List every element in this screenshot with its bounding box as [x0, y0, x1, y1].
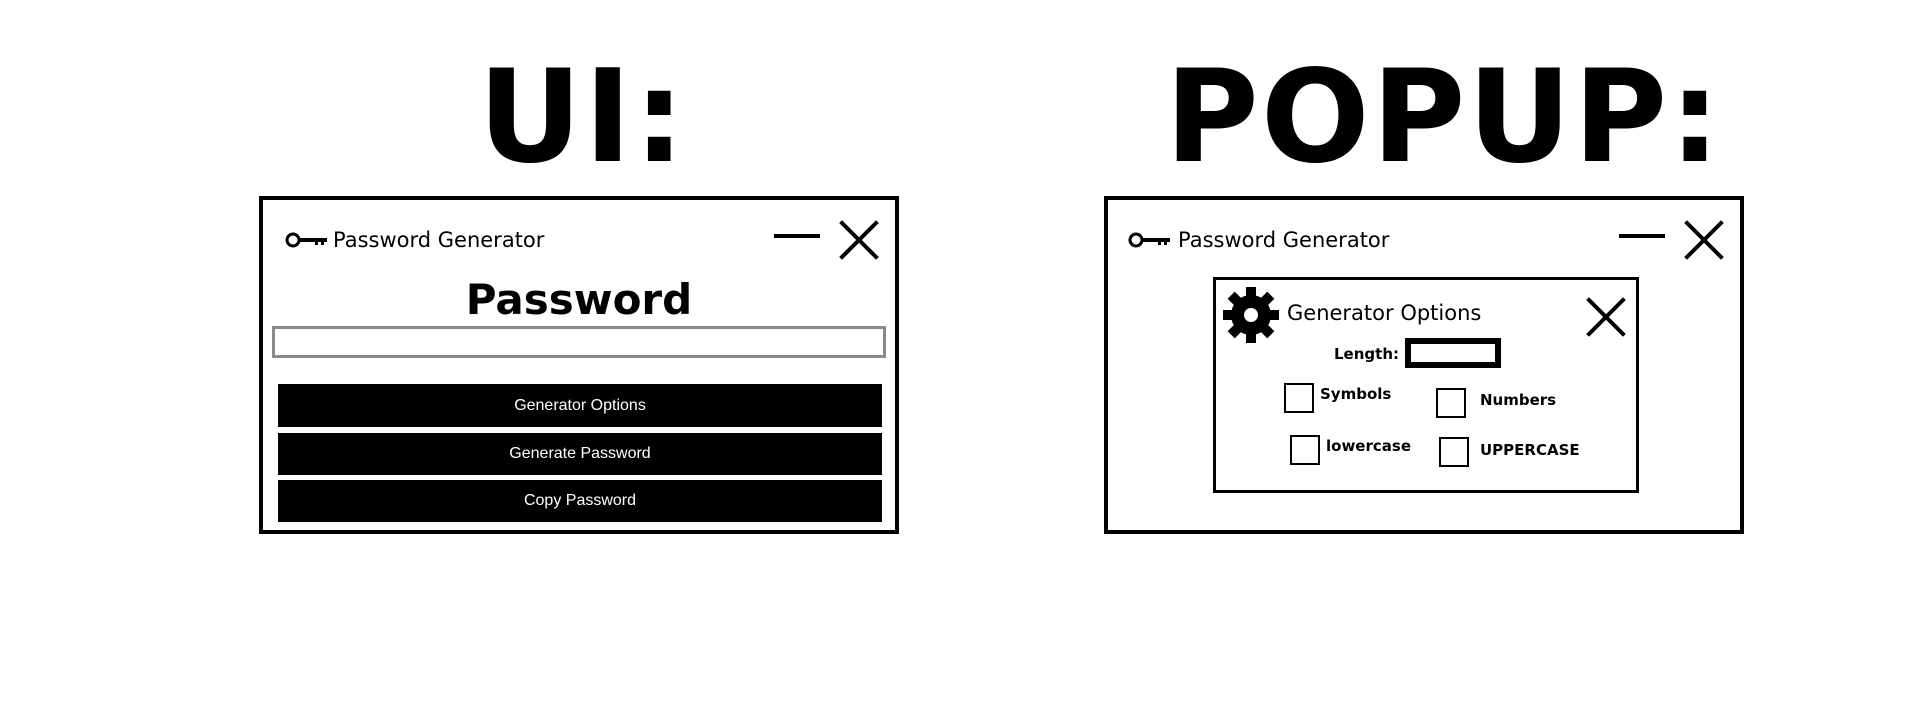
password-label: Password [465, 275, 693, 324]
key-icon [285, 232, 327, 248]
popup-heading: POPUP: [1165, 43, 1723, 192]
window-title: Password Generator [1178, 228, 1390, 252]
uppercase-label: UPPERCASE [1480, 441, 1580, 459]
gear-icon [1223, 287, 1279, 343]
main-window: Password Generator Password Generator Op… [259, 196, 899, 534]
generator-options-dialog: Generator Options Length: Symbols Number… [1213, 277, 1639, 493]
lowercase-checkbox[interactable] [1290, 435, 1320, 465]
symbols-label: Symbols [1320, 385, 1392, 403]
lowercase-label: lowercase [1326, 437, 1411, 455]
minimize-button[interactable] [774, 234, 820, 238]
password-field[interactable] [272, 326, 886, 358]
numbers-label: Numbers [1480, 391, 1557, 409]
close-button[interactable] [1683, 219, 1725, 261]
window-title: Password Generator [333, 228, 545, 252]
popup-demo-window: Password Generator Generator Options Len… [1104, 196, 1744, 534]
generator-options-button[interactable]: Generator Options [278, 384, 882, 427]
key-icon [1128, 232, 1170, 248]
dialog-close-button[interactable] [1585, 296, 1627, 338]
ui-heading: UI: [478, 43, 687, 192]
minimize-button[interactable] [1619, 234, 1665, 238]
copy-password-button[interactable]: Copy Password [278, 480, 882, 522]
generate-password-button[interactable]: Generate Password [278, 433, 882, 475]
uppercase-checkbox[interactable] [1439, 437, 1469, 467]
length-label: Length: [1334, 345, 1399, 363]
symbols-checkbox[interactable] [1284, 383, 1314, 413]
close-button[interactable] [838, 219, 880, 261]
dialog-title: Generator Options [1287, 301, 1482, 325]
length-input[interactable] [1405, 338, 1501, 368]
numbers-checkbox[interactable] [1436, 388, 1466, 418]
